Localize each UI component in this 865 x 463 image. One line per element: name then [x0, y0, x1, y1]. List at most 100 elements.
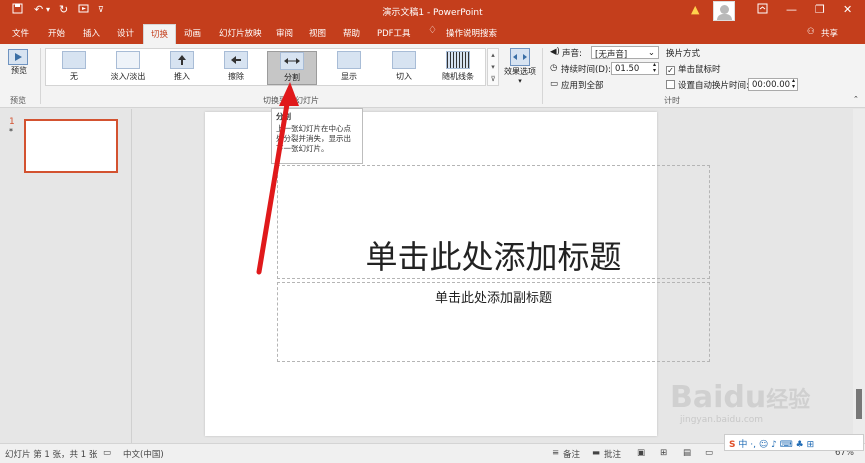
share-button[interactable]: 共享	[821, 27, 838, 39]
tab-insert[interactable]: 插入	[83, 27, 100, 39]
transition-reveal[interactable]: 显示	[324, 51, 374, 85]
transition-push[interactable]: 推入	[157, 51, 207, 85]
transition-label: 淡入/淡出	[110, 72, 146, 81]
effect-options-button[interactable]: 效果选项 ▾	[503, 48, 537, 85]
transition-label: 擦除	[228, 72, 244, 81]
ime-toolbar[interactable]: S 中 ·, ☺ ♪ ⌨ ♣ ⊞	[724, 434, 864, 451]
subtitle-placeholder-text: 单击此处添加副标题	[434, 291, 552, 306]
slide-thumbnail-pane: 1 *	[0, 109, 132, 443]
sound-icon: ◀)	[550, 47, 560, 57]
tab-pdf-tools[interactable]: PDF工具	[377, 27, 411, 39]
gallery-down-icon[interactable]: ▾	[488, 61, 498, 73]
on-click-checkbox[interactable]: ✓ 单击鼠标时	[666, 63, 721, 75]
transition-fade[interactable]: 淡入/淡出	[103, 51, 153, 85]
tell-me-search[interactable]: 操作说明搜索	[446, 27, 497, 39]
transition-label: 分割	[284, 73, 300, 82]
spellcheck-icon[interactable]: ▭	[103, 448, 111, 458]
tab-transitions[interactable]: 切换	[143, 24, 177, 44]
transition-label: 推入	[174, 72, 190, 81]
slide-sorter-icon[interactable]: ⊞	[660, 448, 667, 458]
tab-design[interactable]: 设计	[117, 27, 134, 39]
transition-gallery: 无 淡入/淡出 推入 擦除 分割 显示 切入 随机线条	[45, 48, 486, 86]
tab-view[interactable]: 视图	[309, 27, 326, 39]
tab-slideshow[interactable]: 幻灯片放映	[219, 27, 262, 39]
notes-button[interactable]: 备注	[563, 448, 580, 460]
restore-icon[interactable]: ❐	[815, 3, 825, 16]
random-bars-icon	[446, 51, 470, 69]
sound-select[interactable]: [无声音] ⌄	[591, 46, 659, 60]
ribbon: 预览 预览 无 淡入/淡出 推入 擦除 分割 显示 切入 随机线条 ▴ ▾ ⊽ …	[0, 44, 865, 108]
apply-all-button[interactable]: 应用到全部	[561, 79, 604, 91]
on-click-label: 单击鼠标时	[678, 65, 721, 75]
watermark-suffix: 经验	[766, 388, 811, 413]
gallery-scroll[interactable]: ▴ ▾ ⊽	[487, 48, 499, 86]
checkbox-icon[interactable]	[666, 80, 675, 89]
after-label: 设置自动换片时间:	[678, 81, 749, 91]
close-icon[interactable]: ✕	[843, 3, 852, 16]
skin-icon[interactable]: ♣	[796, 440, 804, 450]
stepper-arrows-icon[interactable]: ▴ ▾	[653, 62, 656, 74]
tooltip-title: 分割	[276, 112, 291, 121]
toolbox-icon[interactable]: ⊞	[807, 440, 815, 450]
apply-all-icon: ▭	[550, 79, 559, 89]
tab-animations[interactable]: 动画	[184, 27, 201, 39]
preview-label: 预览	[11, 66, 27, 75]
tab-home[interactable]: 开始	[48, 27, 65, 39]
transition-split[interactable]: 分割	[267, 51, 317, 85]
collapse-ribbon-icon[interactable]: ⌃	[853, 95, 859, 103]
tab-review[interactable]: 审阅	[276, 27, 293, 39]
duration-value: 01.50	[615, 64, 640, 74]
sound-value: [无声音]	[595, 50, 628, 60]
slide-info: 幻灯片 第 1 张，共 1 张	[5, 450, 98, 460]
transition-random-bars[interactable]: 随机线条	[433, 51, 483, 85]
slideshow-view-icon[interactable]: ▭	[705, 448, 713, 458]
slide-thumbnail[interactable]	[24, 119, 118, 173]
transition-none[interactable]: 无	[49, 51, 99, 85]
timing-group-label: 计时	[664, 96, 680, 105]
preview-group-label: 预览	[10, 96, 26, 105]
sound-label: 声音:	[562, 49, 582, 59]
after-checkbox[interactable]: 设置自动换片时间:	[666, 79, 749, 91]
checkbox-checked-icon[interactable]: ✓	[666, 66, 675, 75]
sogou-icon[interactable]: S	[729, 440, 735, 450]
clock-icon: ◷	[550, 63, 558, 73]
punctuation-icon[interactable]: ·,	[750, 440, 756, 450]
transition-cut[interactable]: 切入	[379, 51, 429, 85]
transition-wipe[interactable]: 擦除	[211, 51, 261, 85]
gallery-up-icon[interactable]: ▴	[488, 49, 498, 61]
title-placeholder-text: 单击此处添加标题	[365, 238, 622, 276]
warning-icon[interactable]: ▲	[691, 3, 699, 16]
subtitle-placeholder[interactable]: 单击此处添加副标题	[277, 282, 710, 362]
preview-button[interactable]: 预览	[8, 49, 30, 76]
reading-view-icon[interactable]: ▤	[683, 448, 691, 458]
share-icon[interactable]: ⚇	[807, 27, 815, 37]
gallery-more-icon[interactable]: ⊽	[488, 73, 498, 85]
stepper-arrows-icon[interactable]: ▴ ▾	[792, 78, 795, 90]
transition-none-icon	[62, 51, 86, 69]
advance-title: 换片方式	[666, 49, 701, 59]
microphone-icon[interactable]: ♪	[771, 440, 777, 450]
vertical-scrollbar[interactable]	[853, 109, 865, 443]
tooltip-body: 上一张幻灯片在中心点处分裂并消失，显示出下一张幻灯片。	[276, 124, 351, 153]
ime-language[interactable]: 中	[738, 440, 747, 450]
avatar[interactable]	[713, 1, 735, 21]
transitions-group-label: 切换到此幻灯片	[263, 96, 319, 105]
tab-file[interactable]: 文件	[12, 27, 29, 39]
lightbulb-icon: ♢	[428, 25, 437, 36]
title-placeholder[interactable]: 单击此处添加标题	[277, 165, 710, 279]
cut-icon	[392, 51, 416, 69]
scroll-thumb[interactable]	[856, 389, 862, 419]
emoji-icon[interactable]: ☺	[759, 440, 768, 450]
normal-view-icon[interactable]: ▣	[637, 448, 645, 458]
after-time-stepper[interactable]: 00:00.00 ▴ ▾	[748, 78, 798, 91]
minimize-icon[interactable]: —	[786, 3, 797, 16]
keyboard-icon[interactable]: ⌨	[780, 440, 793, 450]
duration-stepper[interactable]: 01.50 ▴ ▾	[611, 62, 659, 75]
language-status[interactable]: 中文(中国)	[123, 448, 164, 460]
watermark-brand: Baidu	[670, 380, 767, 415]
tooltip: 分割 上一张幻灯片在中心点处分裂并消失，显示出下一张幻灯片。	[271, 108, 363, 164]
comments-button[interactable]: 批注	[604, 448, 621, 460]
notes-icon: ≡	[552, 448, 560, 458]
ribbon-display-icon[interactable]	[757, 3, 768, 17]
tab-help[interactable]: 帮助	[343, 27, 360, 39]
